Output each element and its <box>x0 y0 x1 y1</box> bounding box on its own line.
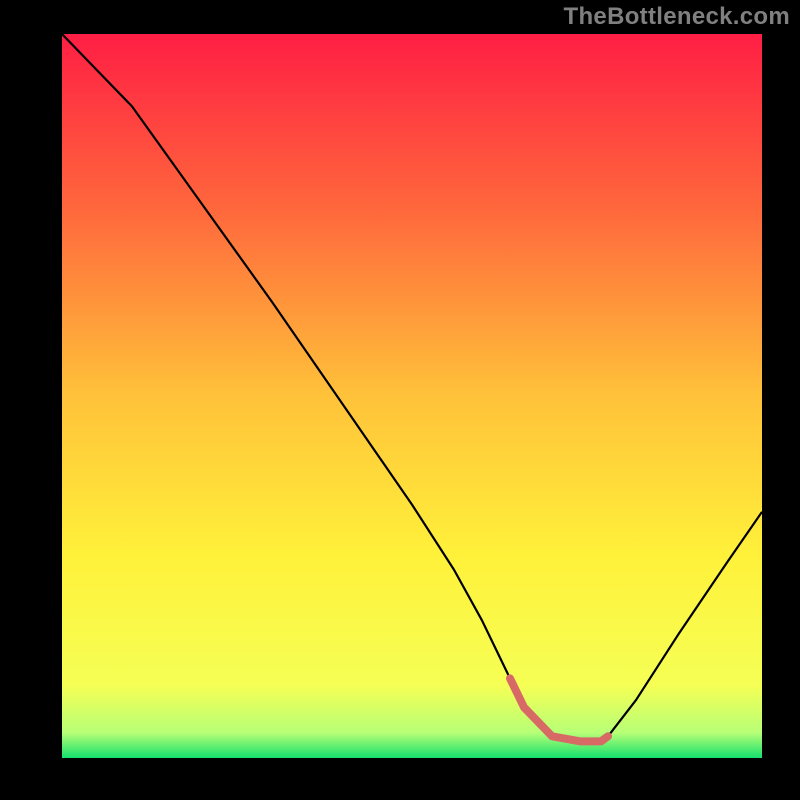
bottleneck-chart <box>62 34 762 758</box>
chart-frame: TheBottleneck.com <box>0 0 800 800</box>
brand-watermark: TheBottleneck.com <box>564 3 790 31</box>
gradient-background <box>62 34 762 758</box>
